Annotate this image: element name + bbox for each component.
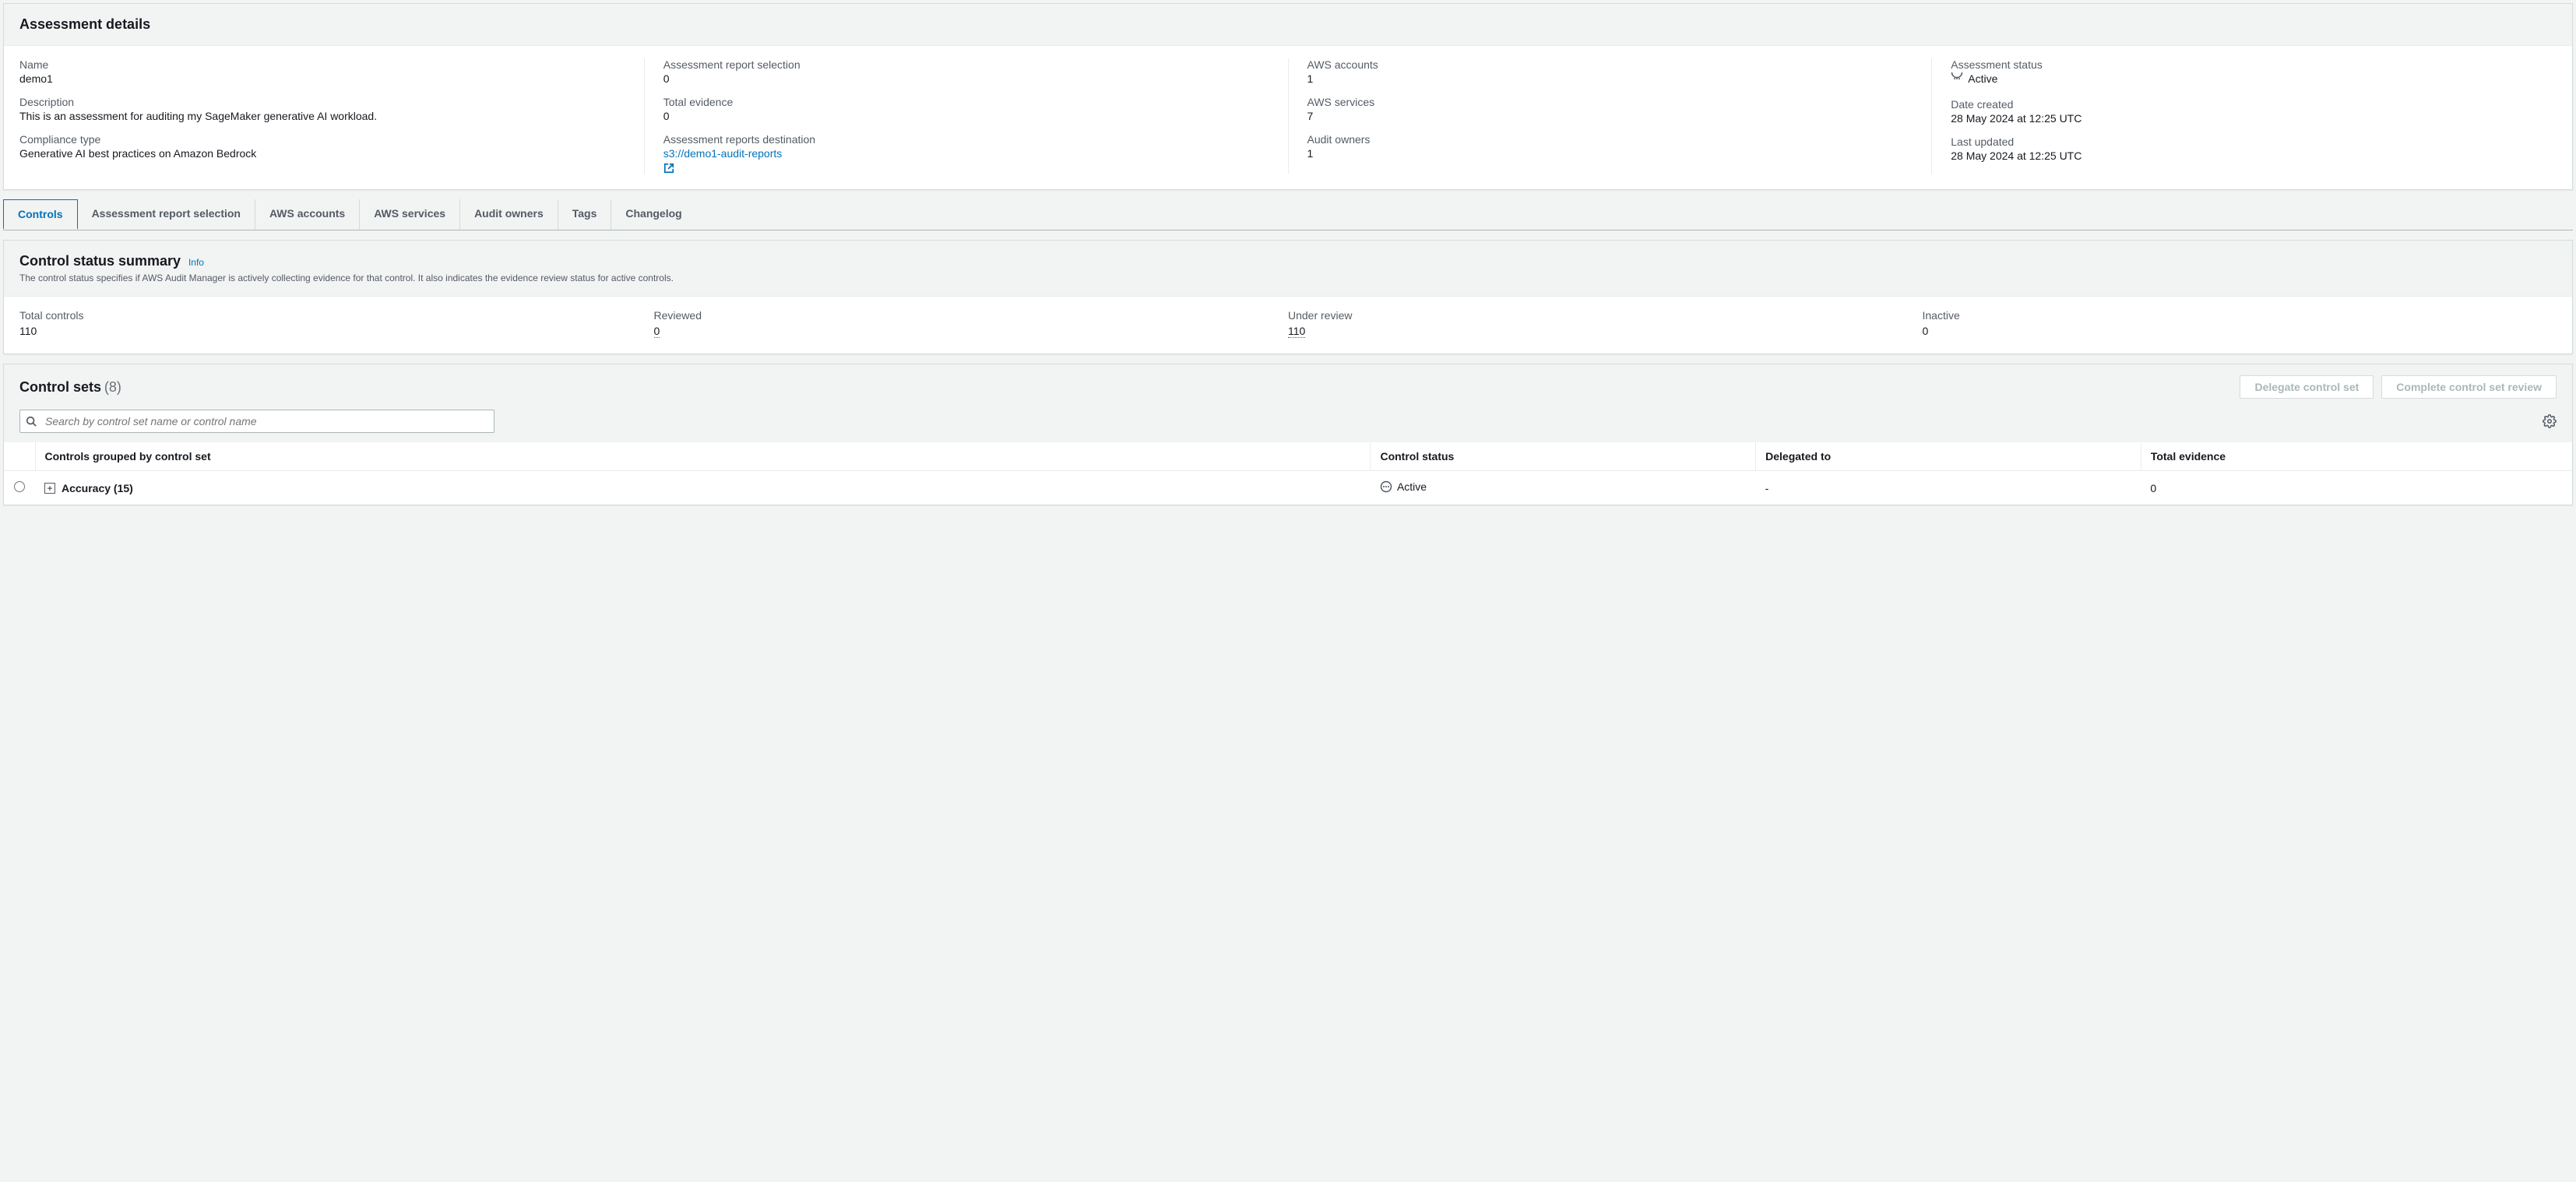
panel-body: Total controls 110 Reviewed 0 Under revi… <box>4 297 2572 354</box>
aws-services-value: 7 <box>1307 110 1913 122</box>
assessment-details-panel: Assessment details Name demo1 Descriptio… <box>3 3 2573 190</box>
info-link[interactable]: Info <box>188 257 204 268</box>
col-grouped[interactable]: Controls grouped by control set <box>35 442 1371 471</box>
tab-changelog[interactable]: Changelog <box>611 199 695 230</box>
name-value: demo1 <box>19 72 625 85</box>
tab-aws-services[interactable]: AWS services <box>360 199 460 230</box>
tab-tags[interactable]: Tags <box>558 199 612 230</box>
panel-title: Assessment details <box>19 16 2557 33</box>
search-input[interactable] <box>19 410 494 433</box>
destination-link[interactable]: s3://demo1-audit-reports <box>663 147 783 160</box>
total-evidence-value: 0 <box>663 110 1269 122</box>
total-controls-value: 110 <box>19 325 654 337</box>
under-review-value[interactable]: 110 <box>1288 325 1305 338</box>
tab-aws-accounts[interactable]: AWS accounts <box>255 199 360 230</box>
control-status-summary-panel: Control status summary Info The control … <box>3 240 2573 354</box>
audit-owners-value: 1 <box>1307 147 1913 160</box>
date-created-label: Date created <box>1951 98 2557 111</box>
status-inprogress-icon <box>1380 480 1392 493</box>
status-inprogress-icon <box>1951 72 1963 85</box>
detail-col-4: Assessment status Active Date created 28… <box>1932 58 2557 174</box>
row-name[interactable]: Accuracy (15) <box>62 482 133 494</box>
control-sets-count: (8) <box>104 379 121 395</box>
control-sets-panel: Control sets (8) Delegate control set Co… <box>3 364 2573 505</box>
panel-header: Assessment details <box>4 4 2572 46</box>
inactive-label: Inactive <box>1923 309 2557 322</box>
assessment-status-value: Active <box>1951 72 1997 85</box>
col-select <box>4 442 35 471</box>
controls-table: Controls grouped by control set Control … <box>4 442 2572 505</box>
delegate-control-set-button[interactable]: Delegate control set <box>2240 375 2374 399</box>
detail-col-3: AWS accounts 1 AWS services 7 Audit owne… <box>1289 58 1933 174</box>
compliance-type-label: Compliance type <box>19 133 625 146</box>
search-icon <box>26 416 37 427</box>
aws-accounts-label: AWS accounts <box>1307 58 1913 71</box>
compliance-type-value: Generative AI best practices on Amazon B… <box>19 147 625 160</box>
panel-title: Control sets <box>19 379 101 395</box>
tab-report-selection[interactable]: Assessment report selection <box>78 199 255 230</box>
total-controls-label: Total controls <box>19 309 654 322</box>
search-row <box>4 410 2572 442</box>
row-delegated: - <box>1756 471 2141 505</box>
panel-body: Name demo1 Description This is an assess… <box>4 46 2572 189</box>
report-selection-label: Assessment report selection <box>663 58 1269 71</box>
row-radio[interactable] <box>14 481 25 492</box>
aws-services-label: AWS services <box>1307 96 1913 108</box>
tab-controls[interactable]: Controls <box>3 199 78 230</box>
settings-gear-icon[interactable] <box>2543 414 2557 428</box>
tabs: Controls Assessment report selection AWS… <box>3 199 2573 230</box>
panel-header: Control status summary Info The control … <box>4 241 2572 297</box>
reviewed-label: Reviewed <box>654 309 1289 322</box>
detail-col-2: Assessment report selection 0 Total evid… <box>645 58 1289 174</box>
audit-owners-label: Audit owners <box>1307 133 1913 146</box>
detail-col-1: Name demo1 Description This is an assess… <box>19 58 645 174</box>
description-value: This is an assessment for auditing my Sa… <box>19 110 625 122</box>
total-evidence-label: Total evidence <box>663 96 1269 108</box>
inactive-value: 0 <box>1923 325 2557 337</box>
date-created-value: 28 May 2024 at 12:25 UTC <box>1951 112 2557 125</box>
row-evidence: 0 <box>2141 471 2572 505</box>
last-updated-value: 28 May 2024 at 12:25 UTC <box>1951 150 2557 162</box>
expand-icon[interactable]: + <box>44 483 55 494</box>
aws-accounts-value: 1 <box>1307 72 1913 85</box>
col-evidence[interactable]: Total evidence <box>2141 442 2572 471</box>
status-text: Active <box>1968 72 1997 85</box>
name-label: Name <box>19 58 625 71</box>
complete-control-set-review-button[interactable]: Complete control set review <box>2381 375 2557 399</box>
panel-header: Control sets (8) Delegate control set Co… <box>4 364 2572 410</box>
under-review-label: Under review <box>1288 309 1923 322</box>
report-selection-value: 0 <box>663 72 1269 85</box>
reviewed-value[interactable]: 0 <box>654 325 660 338</box>
panel-title: Control status summary <box>19 253 181 269</box>
col-delegated[interactable]: Delegated to <box>1756 442 2141 471</box>
tab-audit-owners[interactable]: Audit owners <box>460 199 558 230</box>
external-link-icon[interactable] <box>663 163 1269 174</box>
table-row: + Accuracy (15) Active - 0 <box>4 471 2572 505</box>
detail-grid: Name demo1 Description This is an assess… <box>19 58 2557 174</box>
row-status: Active <box>1397 480 1427 493</box>
panel-description: The control status specifies if AWS Audi… <box>19 273 2557 283</box>
destination-label: Assessment reports destination <box>663 133 1269 146</box>
col-status[interactable]: Control status <box>1371 442 1756 471</box>
description-label: Description <box>19 96 625 108</box>
assessment-status-label: Assessment status <box>1951 58 2557 71</box>
last-updated-label: Last updated <box>1951 135 2557 148</box>
